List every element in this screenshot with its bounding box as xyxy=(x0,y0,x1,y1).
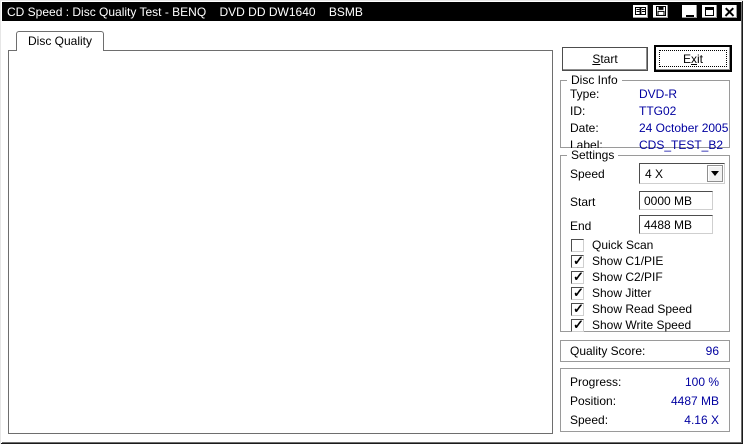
disc-info-value: 24 October 2005 xyxy=(639,121,729,135)
show-write-speed-checkbox[interactable]: Show Write Speed xyxy=(571,317,691,333)
disc-quality-tab-page xyxy=(8,50,553,434)
position-label: Position: xyxy=(570,394,617,408)
minimize-icon xyxy=(685,14,694,17)
disc-info-value: CDS_TEST_B2 xyxy=(639,138,724,152)
tab-disc-quality[interactable]: Disc Quality xyxy=(16,31,105,51)
disc-info-title: Disc Info xyxy=(567,73,622,87)
disc-info-label: Type: xyxy=(570,87,600,101)
settings-group: Settings Speed 4 X Start 0000 MB End 448… xyxy=(560,148,730,333)
checkbox-box[interactable] xyxy=(571,317,584,333)
quality-score-value: 96 xyxy=(705,344,719,358)
window-title: CD Speed : Disc Quality Test - BENQ DVD … xyxy=(7,4,363,19)
tab-label: Disc Quality xyxy=(28,34,93,48)
end-position-label: End xyxy=(570,219,592,233)
disc-info-value: DVD-R xyxy=(639,87,677,101)
checkbox-box[interactable] xyxy=(571,269,584,285)
progress-label: Progress: xyxy=(570,375,622,389)
settings-title: Settings xyxy=(567,148,619,162)
app-window: CD Speed : Disc Quality Test - BENQ DVD … xyxy=(0,0,743,444)
exit-button[interactable]: Exit xyxy=(654,45,732,72)
start-position-label: Start xyxy=(570,195,596,209)
progress-value: 100 % xyxy=(684,375,719,389)
disc-info-label: ID: xyxy=(570,104,586,118)
checkbox-box[interactable] xyxy=(571,285,584,301)
title-buttons xyxy=(632,4,741,19)
position-value: 4487 MB xyxy=(670,394,719,408)
title-bar[interactable]: CD Speed : Disc Quality Test - BENQ DVD … xyxy=(2,2,741,21)
focus-rect xyxy=(659,50,727,67)
checkbox-box[interactable] xyxy=(571,253,584,269)
show-jitter-checkbox[interactable]: Show Jitter xyxy=(571,285,651,301)
dropdown-button[interactable] xyxy=(707,165,723,182)
speed-selected-value: 4 X xyxy=(645,167,664,181)
end-position-input[interactable]: 4488 MB xyxy=(639,215,713,234)
save-button[interactable] xyxy=(652,4,669,19)
maximize-button[interactable] xyxy=(701,4,718,19)
progress-box: Progress: 100 % Position: 4487 MB Speed: 4.… xyxy=(560,368,730,432)
minimize-button[interactable] xyxy=(681,4,698,19)
quality-score-label: Quality Score: xyxy=(570,344,646,358)
show-read-speed-checkbox[interactable]: Show Read Speed xyxy=(571,301,692,317)
copy-report-button[interactable] xyxy=(632,4,649,19)
checkbox-box[interactable] xyxy=(571,238,584,252)
disc-info-group: Disc Info Type: DVD-R ID: TTG02 Date: 24 Oc… xyxy=(560,73,730,152)
quick-scan-checkbox[interactable]: Quick Scan xyxy=(571,238,653,252)
quality-score-box: Quality Score: 96 xyxy=(560,340,730,362)
close-icon xyxy=(725,7,734,16)
disc-info-label: Date: xyxy=(570,121,599,135)
close-button[interactable] xyxy=(721,4,738,19)
checkbox-box[interactable] xyxy=(571,301,584,317)
speed-label: Speed xyxy=(570,167,605,181)
chevron-down-icon xyxy=(711,171,719,176)
start-position-input[interactable]: 0000 MB xyxy=(639,191,713,210)
show-c1-pie-checkbox[interactable]: Show C1/PIE xyxy=(571,253,663,269)
show-c2-pif-checkbox[interactable]: Show C2/PIF xyxy=(571,269,663,285)
disc-info-value: TTG02 xyxy=(639,104,677,118)
book-icon xyxy=(635,5,646,19)
speed-select[interactable]: 4 X xyxy=(639,163,725,184)
speed-readout-value: 4.16 X xyxy=(684,413,719,427)
start-button[interactable]: Start xyxy=(562,47,648,71)
maximize-icon xyxy=(705,7,714,16)
save-icon xyxy=(655,5,666,19)
speed-readout-label: Speed: xyxy=(570,413,609,427)
